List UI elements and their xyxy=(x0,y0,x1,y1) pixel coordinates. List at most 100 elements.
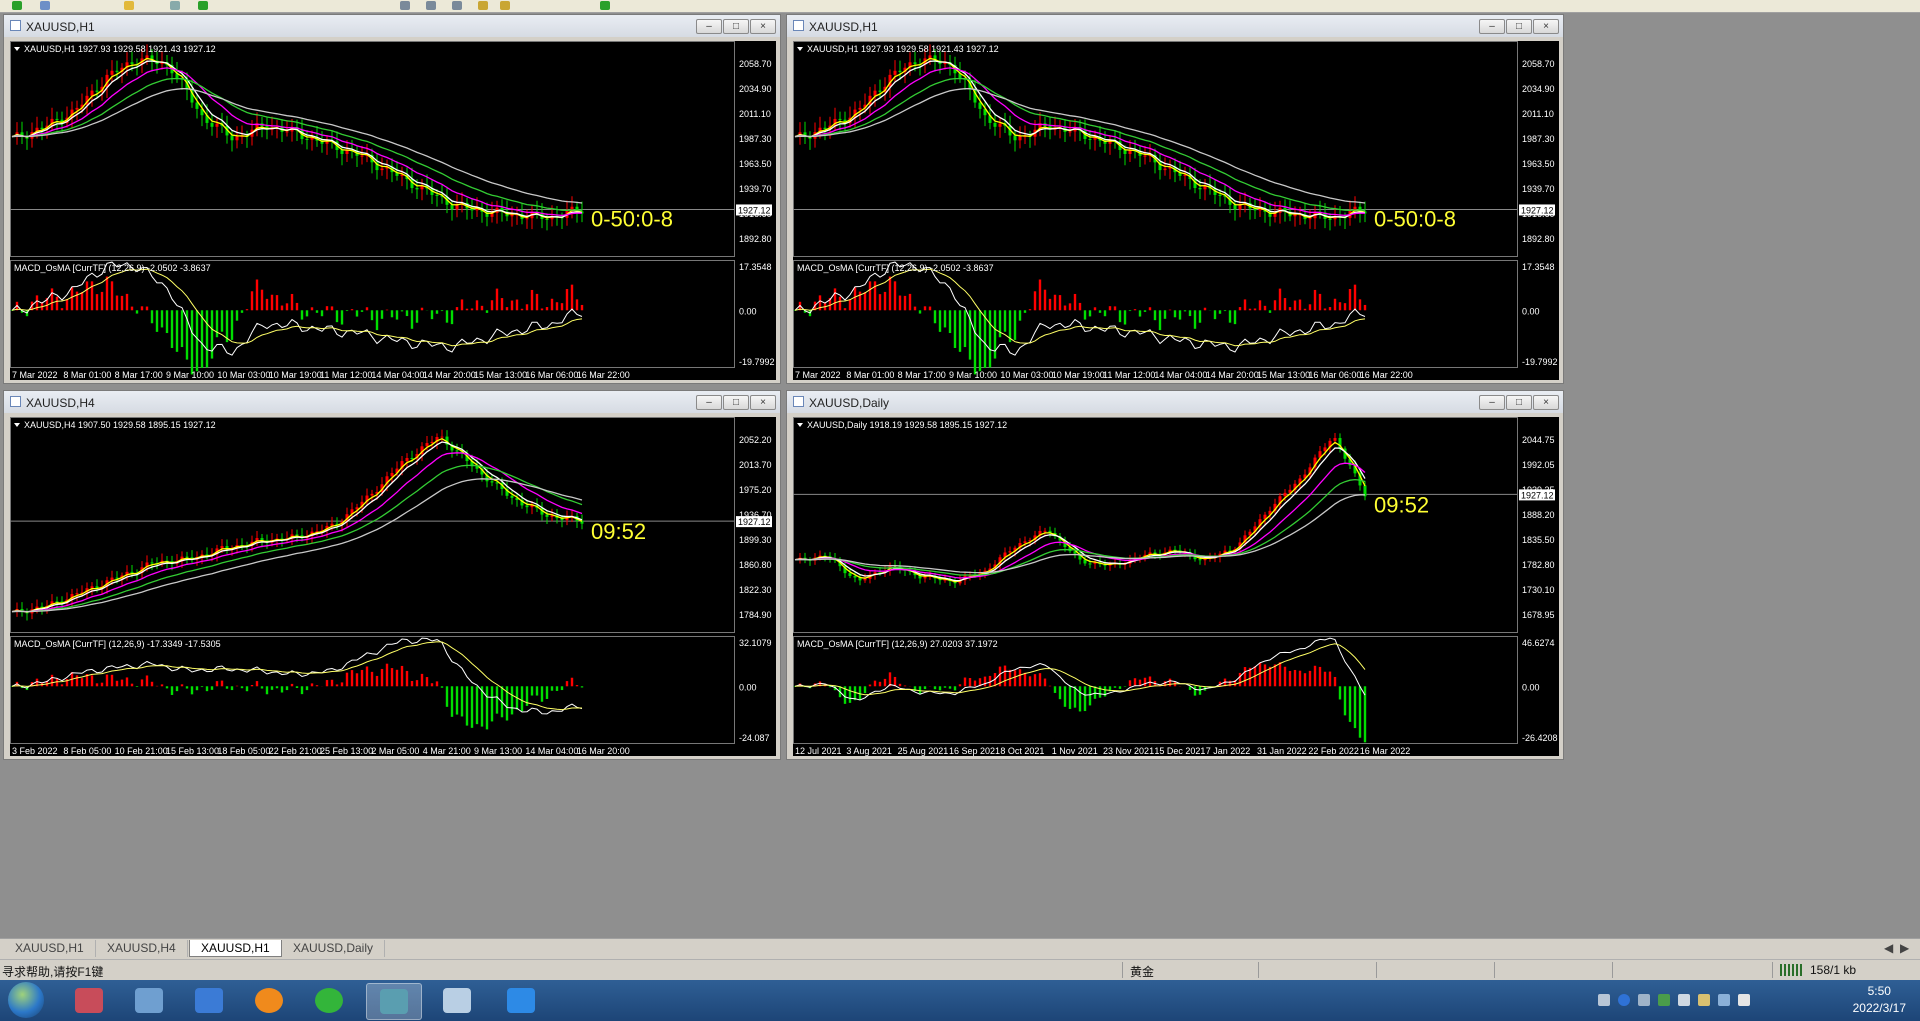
osma-bar xyxy=(290,293,294,311)
zoom-out-icon[interactable] xyxy=(500,1,510,10)
taskbar-app-browser-icon[interactable] xyxy=(242,983,296,1018)
osma-bar xyxy=(440,310,444,312)
zoom-icon[interactable] xyxy=(170,1,180,10)
maximize-button[interactable]: □ xyxy=(723,395,749,410)
osma-bar xyxy=(1198,310,1202,323)
osma-bar xyxy=(903,295,907,311)
maximize-button[interactable]: □ xyxy=(1506,19,1532,34)
chart-window-daily[interactable]: XAUUSD,Daily – □ × 2044.751992.051939.35… xyxy=(786,390,1564,760)
chart-bar-icon[interactable] xyxy=(400,1,410,10)
osma-bar xyxy=(878,681,882,687)
close-button[interactable]: × xyxy=(750,395,776,410)
osma-bar xyxy=(983,676,987,687)
osma-bar xyxy=(430,310,434,320)
osma-bar xyxy=(570,284,574,311)
osc-axis-label: 46.6274 xyxy=(1522,638,1555,648)
candle-body xyxy=(90,586,94,589)
time-axis-label: 14 Mar 20:00 xyxy=(1206,370,1259,380)
candle-body xyxy=(848,573,852,576)
osma-bar xyxy=(1058,295,1062,311)
window-titlebar[interactable]: XAUUSD,H1 – □ × xyxy=(4,15,780,37)
star-icon[interactable] xyxy=(124,1,134,10)
taskbar-app-terminal-active[interactable] xyxy=(366,983,422,1020)
osma-bar xyxy=(1053,686,1057,693)
window-titlebar[interactable]: XAUUSD,H1 – □ × xyxy=(787,15,1563,37)
osma-bar xyxy=(555,686,559,691)
tab-chart-active[interactable]: XAUUSD,H1 xyxy=(189,940,282,957)
zoom-in-icon[interactable] xyxy=(478,1,488,10)
start-button-icon[interactable] xyxy=(8,982,44,1018)
osma-bar xyxy=(160,684,164,687)
tray-network-icon[interactable] xyxy=(1638,994,1650,1006)
candle-body xyxy=(425,443,429,447)
taskbar-clock[interactable]: 5:50 2022/3/17 xyxy=(1853,983,1906,1017)
time-axis-label: 31 Jan 2022 xyxy=(1257,746,1307,756)
tray-shield-icon[interactable] xyxy=(1658,994,1670,1006)
osma-bar xyxy=(1098,310,1102,313)
close-button[interactable]: × xyxy=(750,19,776,34)
osma-bar xyxy=(1168,678,1172,687)
price-chart[interactable]: 2058.70 2034.90 2011.10 1987.30 1963.50 1939.… xyxy=(793,41,1559,380)
maximize-button[interactable]: □ xyxy=(723,19,749,34)
osma-bar xyxy=(923,306,927,311)
osma-bar xyxy=(1283,298,1287,311)
osma-bar xyxy=(1278,662,1282,687)
taskbar-app-wechat-icon[interactable] xyxy=(302,983,356,1018)
chart-window-h1-right[interactable]: XAUUSD,H1 – □ × 2058.70 2034.90 2011.10 198… xyxy=(786,14,1564,384)
chart-tabs: XAUUSD,H1 XAUUSD,H4 XAUUSD,H1 XAUUSD,Dai… xyxy=(0,938,1920,959)
minimize-button[interactable]: – xyxy=(696,19,722,34)
osma-bar xyxy=(923,686,927,690)
osma-bar xyxy=(95,683,99,687)
tray-keyboard-icon[interactable] xyxy=(1598,994,1610,1006)
minimize-button[interactable]: – xyxy=(1479,395,1505,410)
tray-signal-icon[interactable] xyxy=(1718,994,1730,1006)
osma-bar xyxy=(560,303,564,311)
price-chart[interactable]: 2058.70 2034.90 2011.10 1987.30 1963.50 1939.… xyxy=(10,41,776,380)
tab-chart[interactable]: XAUUSD,Daily xyxy=(282,940,386,957)
tab-scroll-left-icon[interactable]: ◀ xyxy=(1884,940,1893,957)
window-titlebar[interactable]: XAUUSD,H4 – □ × xyxy=(4,391,780,413)
price-axis-label: 1963.50 xyxy=(1522,159,1555,169)
candle-body xyxy=(525,505,529,508)
chart-window-h1-left[interactable]: XAUUSD,H1 – □ × 2058.70 2034.90 2011.10 198… xyxy=(3,14,781,384)
price-chart[interactable]: 2044.751992.051939.351888.201835.501782.… xyxy=(793,417,1559,756)
indicators-icon[interactable] xyxy=(600,1,610,10)
taskbar-app-people[interactable] xyxy=(122,983,176,1018)
osma-bar xyxy=(958,310,962,352)
tray-ime-icon[interactable] xyxy=(1738,994,1750,1006)
window-titlebar[interactable]: XAUUSD,Daily – □ × xyxy=(787,391,1563,413)
taskbar-app-desktop[interactable] xyxy=(182,983,236,1018)
close-button[interactable]: × xyxy=(1533,19,1559,34)
osma-bar xyxy=(110,674,114,687)
time-axis-label: 16 Mar 20:00 xyxy=(577,746,630,756)
minimize-button[interactable]: – xyxy=(696,395,722,410)
osma-bar xyxy=(475,300,479,311)
tray-volume-icon[interactable] xyxy=(1678,994,1690,1006)
tray-battery-icon[interactable] xyxy=(1698,994,1710,1006)
osma-bar xyxy=(320,310,324,317)
tab-scroll-right-icon[interactable]: ▶ xyxy=(1900,940,1909,957)
taskbar-app-blue[interactable] xyxy=(494,983,548,1018)
chart-line-icon[interactable] xyxy=(452,1,462,10)
add-icon[interactable] xyxy=(198,1,208,10)
tab-chart[interactable]: XAUUSD,H1 xyxy=(4,940,96,957)
chart-window-icon xyxy=(793,396,804,407)
taskbar-app-notes[interactable] xyxy=(430,983,484,1018)
tab-chart[interactable]: XAUUSD,H4 xyxy=(96,940,188,957)
open-icon[interactable] xyxy=(40,1,50,10)
candle-body xyxy=(878,90,882,92)
chart-candle-icon[interactable] xyxy=(426,1,436,10)
osma-bar xyxy=(1333,676,1337,687)
clock-date: 2022/3/17 xyxy=(1852,1001,1906,1015)
tray-help-icon[interactable] xyxy=(1618,994,1630,1006)
chart-window-h4[interactable]: XAUUSD,H4 – □ × 2052.20 2013.70 1975.20 193… xyxy=(3,390,781,760)
price-chart[interactable]: 2052.20 2013.70 1975.20 1936.70 1899.30 1860.… xyxy=(10,417,776,756)
minimize-button[interactable]: – xyxy=(1479,19,1505,34)
maximize-button[interactable]: □ xyxy=(1506,395,1532,410)
osma-bar xyxy=(1293,669,1297,687)
close-button[interactable]: × xyxy=(1533,395,1559,410)
osma-bar xyxy=(853,686,857,701)
osma-bar xyxy=(1283,666,1287,687)
taskbar-app-chart[interactable] xyxy=(62,983,116,1018)
new-order-icon[interactable] xyxy=(12,1,22,10)
